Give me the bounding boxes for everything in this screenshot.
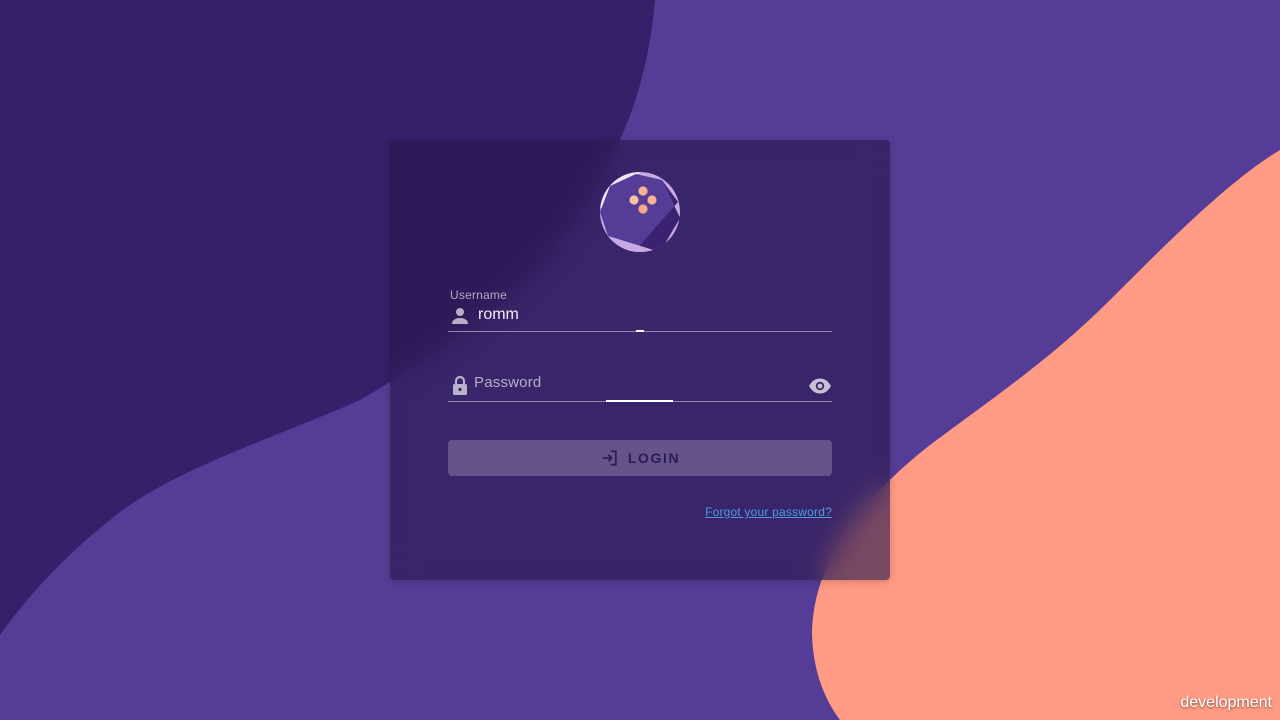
login-button-label: LOGIN <box>627 450 681 466</box>
romm-logo-icon <box>600 172 680 252</box>
eye-icon[interactable] <box>808 374 832 398</box>
environment-label: development <box>1180 694 1272 711</box>
forgot-password-link[interactable]: Forgot your password? <box>705 505 832 519</box>
username-field[interactable]: Username romm <box>448 286 832 332</box>
lock-icon <box>453 375 467 395</box>
login-page: Username romm Password LOGIN Forgot your… <box>0 0 1280 720</box>
person-icon <box>452 308 468 324</box>
login-icon <box>602 450 617 466</box>
password-focus-indicator <box>606 400 673 402</box>
username-focus-indicator <box>636 330 644 332</box>
username-label: Username <box>450 288 507 302</box>
password-input[interactable]: Password <box>474 374 541 391</box>
password-field[interactable]: Password <box>448 364 832 402</box>
username-input[interactable]: romm <box>478 306 519 324</box>
login-button[interactable]: LOGIN <box>448 440 832 476</box>
login-card: Username romm Password LOGIN Forgot your… <box>390 140 890 580</box>
